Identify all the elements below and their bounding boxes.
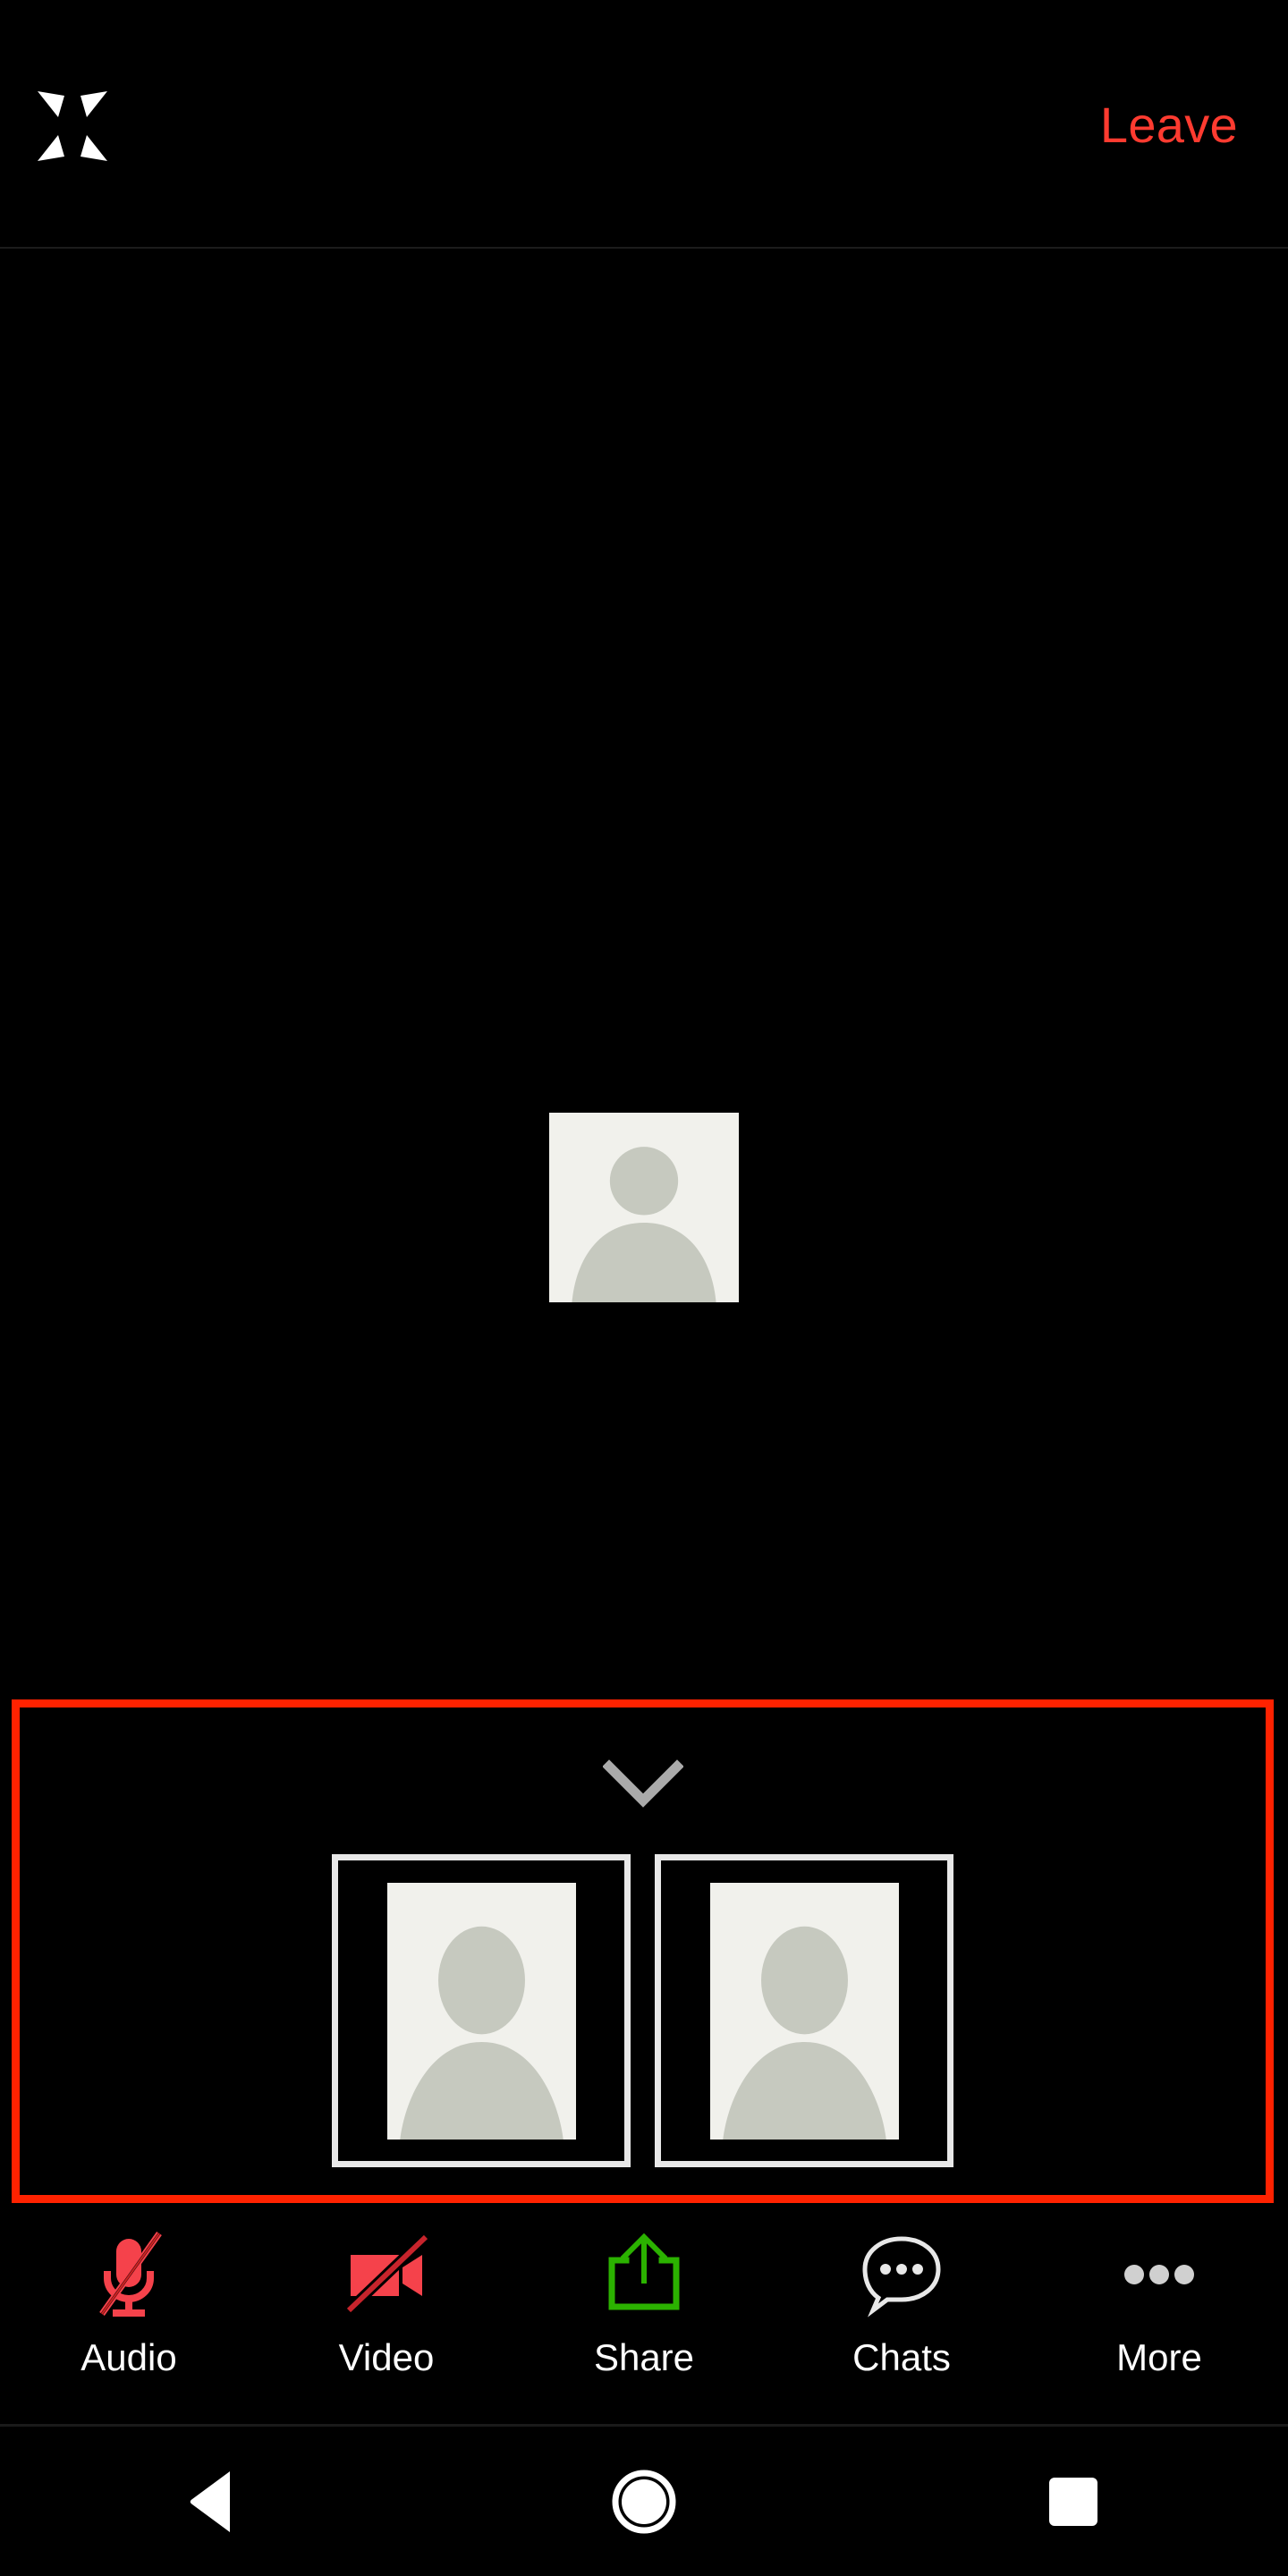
toolbar-label-more: More [1116,2336,1202,2378]
back-triangle-glyph [190,2470,230,2532]
thumbnail-row [20,1854,1266,2167]
chat-bubble-icon [855,2228,948,2321]
person-placeholder-avatar-icon [549,1113,739,1302]
person-placeholder-avatar-icon [386,1882,576,2140]
microphone-muted-icon [82,2228,175,2321]
toolbar-button-share[interactable]: Share [515,2214,773,2380]
active-speaker-avatar [549,1113,739,1302]
leave-button[interactable]: Leave [1100,94,1238,157]
toolbar-button-more[interactable]: More [1030,2214,1288,2380]
back-triangle-icon[interactable] [125,2427,304,2576]
chevron-down-icon[interactable] [601,1759,684,1809]
minimize-collapse-icon[interactable] [34,88,111,165]
meeting-top-bar: Leave [0,0,1288,249]
recents-square-icon[interactable] [984,2427,1163,2576]
video-camera-muted-icon [340,2228,433,2321]
more-dots-icon [1113,2228,1206,2321]
more-dots-glyph [1124,2265,1194,2284]
video-camera-muted-glyph [344,2233,430,2315]
home-circle-icon[interactable] [555,2427,733,2576]
toolbar-label-share: Share [593,2336,695,2378]
chevron-down-glyph [601,1759,684,1808]
thumbnail-avatar [386,1882,576,2140]
android-navigation-bar [0,2427,1288,2576]
minimize-collapse-glyph [38,91,107,161]
active-speaker-stage[interactable] [0,249,1288,1698]
thumbnail-avatar [709,1882,899,2140]
participant-thumbnail-strip[interactable] [12,1699,1274,2203]
toolbar-button-video[interactable]: Video [258,2214,515,2380]
person-placeholder-avatar-icon [709,1882,899,2140]
chat-bubble-glyph [862,2236,941,2318]
microphone-muted-glyph [99,2231,162,2317]
toolbar-button-chats[interactable]: Chats [773,2214,1030,2380]
toolbar-label-chats: Chats [852,2336,951,2378]
toolbar-button-audio[interactable]: Audio [0,2214,258,2380]
toolbar-label-audio: Audio [80,2336,177,2378]
meeting-controls-toolbar: Audio Video Share Chats More [0,2214,1288,2424]
zoom-meeting-screen: Leave Audio Video Share Chats More [0,0,1288,2576]
recents-square-glyph [1049,2477,1097,2526]
participant-thumbnail[interactable] [655,1854,953,2167]
share-upload-glyph [608,2233,680,2310]
toolbar-label-video: Video [338,2336,435,2378]
home-circle-glyph [612,2470,676,2533]
participant-thumbnail[interactable] [332,1854,631,2167]
share-upload-icon [597,2228,691,2321]
